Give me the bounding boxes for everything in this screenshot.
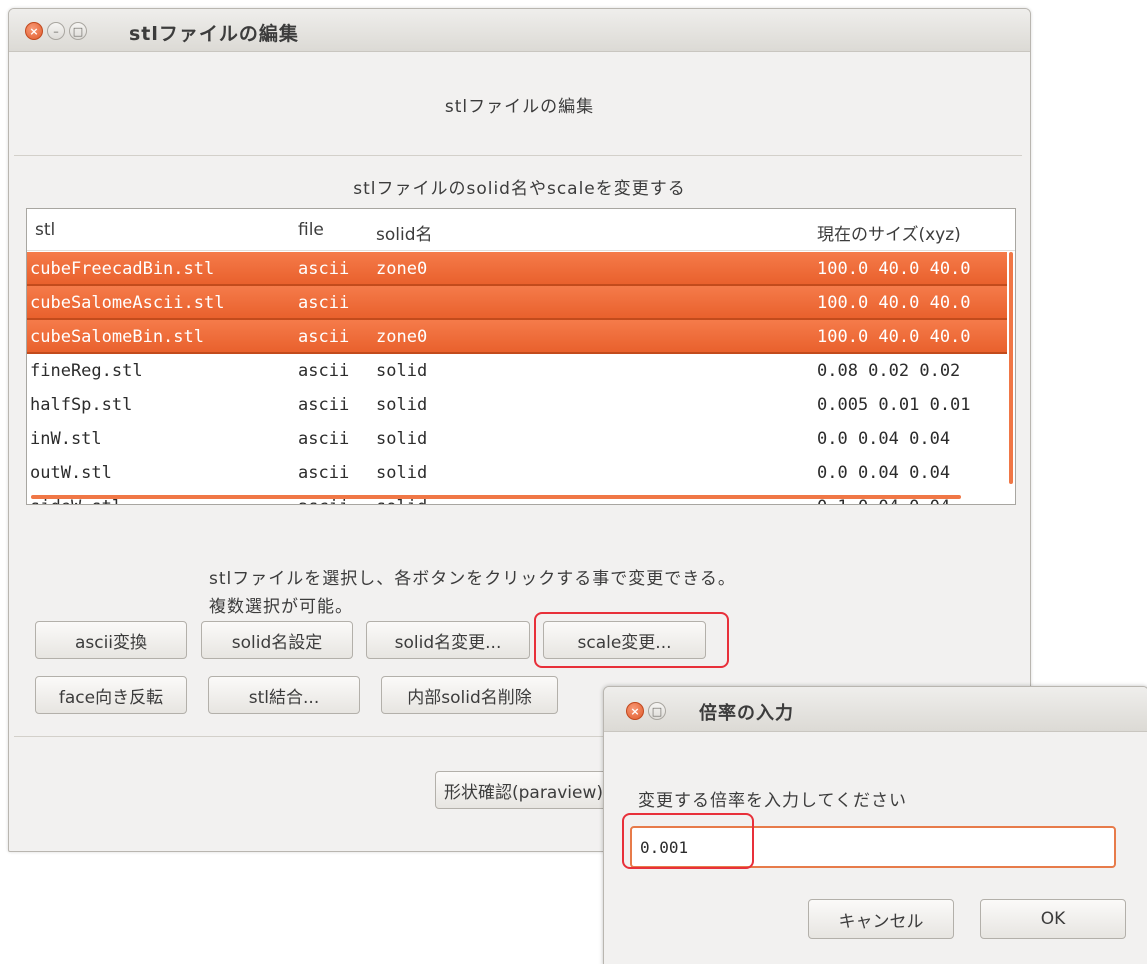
table-row[interactable]: outW.stl ascii solid 0.0 0.04 0.04 [27, 456, 1007, 490]
list-subheading: stlファイルのsolid名やscaleを変更する [353, 179, 686, 199]
horizontal-scrollbar[interactable] [31, 495, 961, 499]
table-row[interactable]: fineReg.stl ascii solid 0.08 0.02 0.02 [27, 354, 1007, 388]
ok-button[interactable]: OK [980, 899, 1126, 939]
title-bar: × – □ stlファイルの編集 [9, 9, 1030, 52]
cell-file: ascii [298, 293, 350, 313]
dialog-title-bar: × □ 倍率の入力 [604, 687, 1147, 732]
cell-size: 100.0 40.0 40.0 [817, 259, 971, 279]
cell-stl: outW.stl [30, 463, 112, 483]
cell-solid: solid [376, 361, 428, 381]
cell-size: 0.0 0.04 0.04 [817, 463, 951, 483]
list-header: stl file solid名 現在のサイズ(xyz) [27, 209, 1015, 251]
maximize-icon[interactable]: □ [69, 22, 87, 40]
cell-size: 100.0 40.0 40.0 [817, 327, 971, 347]
dialog-close-icon[interactable]: × [626, 702, 644, 720]
dialog-message: 変更する倍率を入力してください [638, 791, 907, 811]
multi-select-note: 複数選択が可能。 [209, 597, 353, 617]
dialog-maximize-icon[interactable]: □ [648, 702, 666, 720]
page-heading: stlファイルの編集 [444, 97, 595, 117]
cell-stl: cubeSalomeAscii.stl [30, 293, 225, 313]
cell-stl: halfSp.stl [30, 395, 133, 415]
table-row[interactable]: cubeFreecadBin.stl ascii zone0 100.0 40.0 4… [27, 252, 1007, 286]
scale-input-dialog: × □ 倍率の入力 変更する倍率を入力してください 0.001 キャンセル OK [603, 686, 1147, 964]
instruction-text: stlファイルを選択し、各ボタンをクリックする事で変更できる。 [209, 569, 736, 589]
cell-stl: inW.stl [30, 429, 102, 449]
cell-file: ascii [298, 463, 350, 483]
solid-name-change-button[interactable]: solid名変更... [366, 621, 530, 659]
cancel-button[interactable]: キャンセル [808, 899, 954, 939]
column-header-file[interactable]: file [298, 220, 324, 240]
column-header-size[interactable]: 現在のサイズ(xyz) [817, 220, 961, 245]
solid-name-set-button[interactable]: solid名設定 [201, 621, 353, 659]
ascii-convert-button[interactable]: ascii変換 [35, 621, 187, 659]
column-header-stl[interactable]: stl [35, 220, 55, 240]
input-highlight [622, 813, 754, 869]
table-row[interactable]: cubeSalomeAscii.stl ascii 100.0 40.0 40.0 [27, 286, 1007, 320]
stl-file-list[interactable]: stl file solid名 現在のサイズ(xyz) cubeFreecadB… [26, 208, 1016, 505]
cell-size: 0.08 0.02 0.02 [817, 361, 961, 381]
cell-file: ascii [298, 259, 350, 279]
cell-solid: solid [376, 429, 428, 449]
minimize-icon[interactable]: – [47, 22, 65, 40]
column-header-solid[interactable]: solid名 [376, 220, 433, 245]
cell-size: 0.0 0.04 0.04 [817, 429, 951, 449]
scale-button-highlight [534, 612, 729, 668]
dialog-title: 倍率の入力 [699, 703, 794, 724]
cell-stl: cubeSalomeBin.stl [30, 327, 204, 347]
table-row[interactable]: cubeSalomeBin.stl ascii zone0 100.0 40.0 40… [27, 320, 1007, 354]
table-row[interactable]: inW.stl ascii solid 0.0 0.04 0.04 [27, 422, 1007, 456]
stl-merge-button[interactable]: stl結合... [208, 676, 360, 714]
cell-file: ascii [298, 395, 350, 415]
cell-size: 0.005 0.01 0.01 [817, 395, 971, 415]
window-title: stlファイルの編集 [129, 23, 299, 45]
cell-solid: zone0 [376, 327, 428, 347]
face-flip-button[interactable]: face向き反転 [35, 676, 187, 714]
cell-file: ascii [298, 327, 350, 347]
cell-file: ascii [298, 429, 350, 449]
cell-solid: zone0 [376, 259, 428, 279]
cell-stl: fineReg.stl [30, 361, 143, 381]
close-icon[interactable]: × [25, 22, 43, 40]
cell-solid: solid [376, 463, 428, 483]
cell-stl: cubeFreecadBin.stl [30, 259, 215, 279]
divider [14, 155, 1022, 156]
vertical-scrollbar[interactable] [1009, 252, 1013, 484]
cell-file: ascii [298, 361, 350, 381]
cell-size: 100.0 40.0 40.0 [817, 293, 971, 313]
cell-solid: solid [376, 395, 428, 415]
inner-solid-delete-button[interactable]: 内部solid名削除 [381, 676, 558, 714]
table-row[interactable]: halfSp.stl ascii solid 0.005 0.01 0.01 [27, 388, 1007, 422]
